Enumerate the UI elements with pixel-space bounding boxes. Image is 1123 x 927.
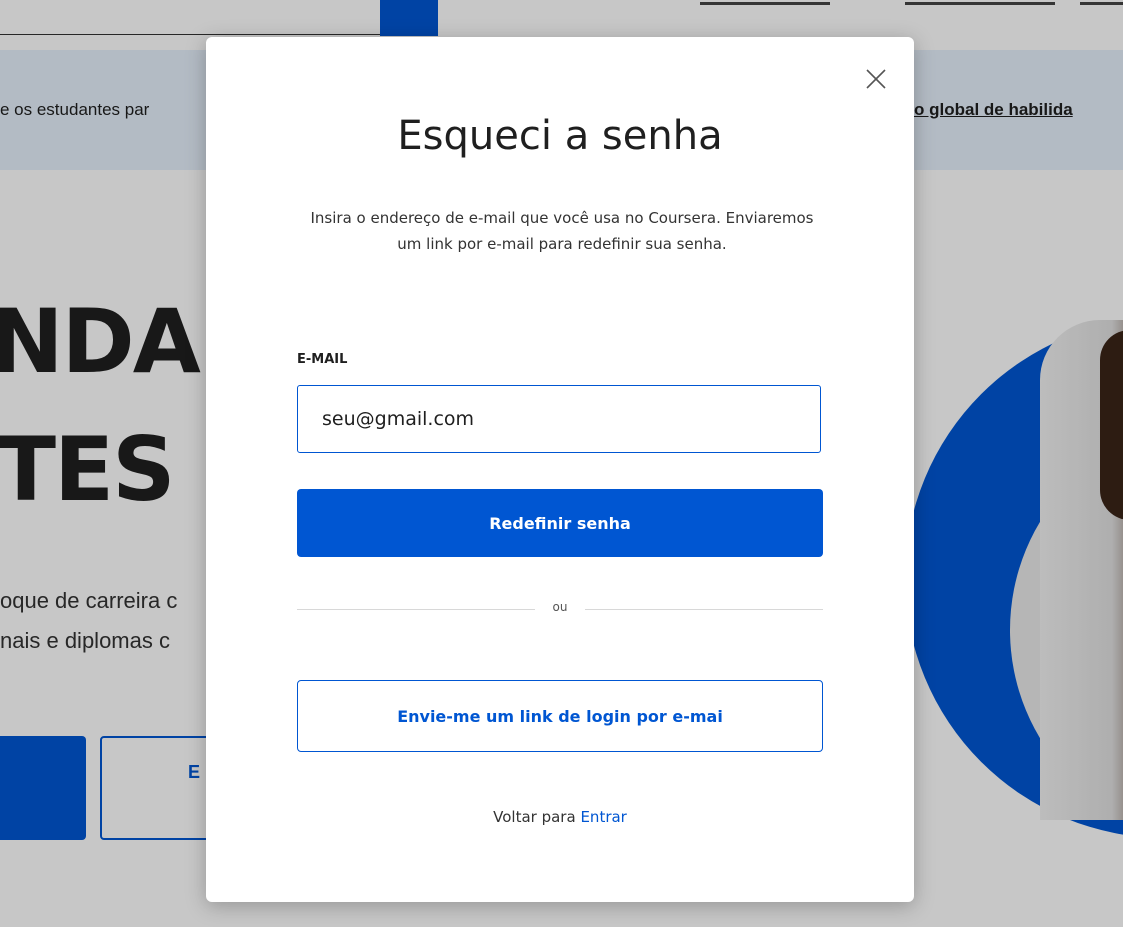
- or-divider: ou: [297, 600, 823, 618]
- back-prefix-text: Voltar para: [493, 808, 576, 826]
- close-icon: [866, 69, 886, 89]
- back-to-login: Voltar para Entrar: [206, 808, 914, 826]
- divider-line: [297, 609, 535, 610]
- reset-password-button[interactable]: Redefinir senha: [297, 489, 823, 557]
- forgot-password-dialog: Esqueci a senha Insira o endereço de e-m…: [206, 37, 914, 902]
- email-login-link-button[interactable]: Envie-me um link de login por e-mai: [297, 680, 823, 752]
- login-link[interactable]: Entrar: [580, 808, 626, 826]
- email-field[interactable]: [297, 385, 821, 453]
- divider-line: [585, 609, 823, 610]
- email-label: E-MAIL: [297, 352, 348, 367]
- dialog-title: Esqueci a senha: [397, 113, 723, 159]
- divider-text: ou: [552, 600, 568, 614]
- close-button[interactable]: [856, 59, 896, 99]
- dialog-description: Insira o endereço de e-mail que você usa…: [310, 209, 814, 253]
- page: e os estudantes par o global de habilida…: [0, 0, 1123, 927]
